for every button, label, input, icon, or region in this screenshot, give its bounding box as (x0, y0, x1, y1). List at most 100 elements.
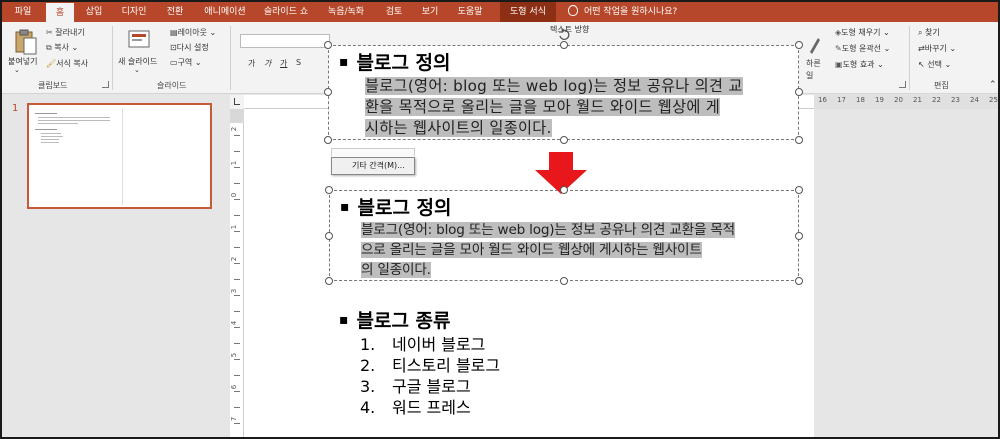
resize-handle[interactable] (560, 186, 568, 194)
list-item: 2. 티스토리 블로그 (360, 356, 501, 375)
tab-transitions[interactable]: 전환 (158, 2, 192, 22)
shape-outline-button[interactable]: ✎도형 윤곽선 ⌄ (835, 43, 890, 54)
before-line: 블로그(영어: blog 또는 web log)는 정보 공유나 의견 교 (365, 77, 743, 95)
more-spacing-menu-item[interactable]: 기타 간격(M)... (331, 157, 415, 175)
collapse-ribbon-icon[interactable]: ⌃ (989, 80, 997, 90)
tab-animations[interactable]: 애니메이션 (196, 2, 254, 22)
tell-me-text: 어떤 작업을 원하시나요? (584, 7, 678, 17)
tell-me-search[interactable]: 어떤 작업을 원하시나요? (568, 2, 677, 22)
resize-handle[interactable] (324, 41, 332, 49)
resize-handle[interactable] (795, 41, 803, 49)
find-button[interactable]: ⌕ 찾기 (918, 27, 940, 38)
textbox-after[interactable]: 블로그 정의 블로그(영어: blog 또는 web log)는 정보 공유나 … (329, 190, 799, 281)
new-slide-dropdown-icon[interactable]: ⌄ (134, 66, 140, 74)
resize-handle[interactable] (560, 136, 568, 144)
shadow-button[interactable]: S (296, 58, 301, 67)
lightbulb-icon (568, 5, 578, 16)
layout-icon: ▤ (170, 28, 178, 37)
tab-home[interactable]: 홈 (46, 3, 74, 22)
resize-handle[interactable] (325, 277, 333, 285)
tab-insert[interactable]: 삽입 (78, 2, 110, 22)
editing-group-label: 편집 (934, 81, 949, 90)
group-divider (909, 26, 910, 90)
copy-dropdown-icon[interactable]: ⌄ (72, 43, 79, 52)
group-divider (230, 26, 231, 90)
cut-button[interactable]: ✂ 잘라내기 (46, 27, 85, 38)
tab-shape-format[interactable]: 도형 서식 (500, 2, 556, 22)
shape-effects-label: 도형 효과 (842, 60, 875, 69)
font-name-combobox[interactable] (240, 34, 330, 48)
resize-handle[interactable] (795, 232, 803, 240)
types-list: 1. 네이버 블로그 2. 티스토리 블로그 3. 구글 블로그 4. 워드 프레스 (360, 331, 501, 417)
textbox-before[interactable]: 블로그 정의 블로그(영어: blog 또는 web log)는 정보 공유나 … (328, 45, 799, 140)
h-ruler-number: 18 (856, 96, 865, 104)
h-ruler-number: 20 (894, 96, 903, 104)
tab-file[interactable]: 파일 (6, 2, 40, 22)
replace-icon: ⇄ (918, 44, 925, 53)
types-heading: 블로그 종류 (339, 306, 451, 333)
resize-handle[interactable] (325, 232, 333, 240)
ribbon-tab-bar: 파일 홈 삽입 디자인 전환 애니메이션 슬라이드 쇼 녹음/녹화 검토 보기 … (2, 2, 998, 22)
resize-handle[interactable] (325, 186, 333, 194)
tab-review[interactable]: 검토 (378, 2, 410, 22)
tab-slideshow[interactable]: 슬라이드 쇼 (258, 2, 314, 22)
before-paragraph: 블로그(영어: blog 또는 web log)는 정보 공유나 의견 교 환을… (365, 76, 743, 139)
format-painter-button[interactable]: 🖌서식 복사 (46, 58, 88, 69)
resize-handle[interactable] (324, 88, 332, 96)
slide-number: 1 (12, 103, 19, 114)
copy-label: 복사 (54, 43, 69, 52)
arrange-partial-label[interactable]: 하른 (806, 58, 821, 69)
resize-handle[interactable] (795, 277, 803, 285)
rotate-handle-icon[interactable] (557, 28, 571, 42)
resize-handle[interactable] (560, 277, 568, 285)
resize-handle[interactable] (795, 136, 803, 144)
new-slide-icon[interactable] (128, 28, 150, 50)
h-ruler-number: 16 (818, 96, 827, 104)
clipboard-launcher-icon[interactable] (102, 81, 109, 88)
resize-handle[interactable] (560, 41, 568, 49)
menu-edge (331, 148, 415, 156)
slides-group-label: 슬라이드 (157, 81, 187, 90)
h-ruler-number: 22 (932, 96, 941, 104)
replace-label: 바꾸기 (924, 44, 947, 53)
list-item: 4. 워드 프레스 (360, 398, 471, 417)
tab-view[interactable]: 보기 (414, 2, 446, 22)
underline-button[interactable]: 가 (280, 58, 287, 69)
paste-icon[interactable] (14, 28, 38, 56)
after-paragraph: 블로그(영어: blog 또는 web log)는 정보 공유나 의견 교환을 … (361, 220, 735, 280)
paste-button[interactable]: 붙여넣기 (8, 56, 37, 67)
magnifier-icon: ⌕ (918, 28, 923, 37)
tab-design[interactable]: 디자인 (114, 2, 154, 22)
before-line: 시하는 웹사이트의 일종이다. (365, 119, 552, 137)
layout-button[interactable]: ▤레이아웃 ⌄ (170, 27, 216, 38)
bold-button[interactable]: 가 (248, 58, 255, 69)
effects-icon: ▣ (835, 60, 843, 69)
h-ruler-number: 24 (970, 96, 979, 104)
drawing-launcher-icon[interactable] (899, 81, 906, 88)
select-button[interactable]: ↖ 선택 ⌄ (918, 59, 951, 70)
h-ruler-number: 21 (913, 96, 922, 104)
before-heading: 블로그 정의 (339, 48, 451, 75)
slide-thumbnail[interactable] (27, 103, 212, 209)
h-ruler-number: 25 (989, 96, 998, 104)
paintbrush-icon: 🖌 (46, 59, 57, 68)
h-ruler-number: 23 (951, 96, 960, 104)
shape-effects-button[interactable]: ▣도형 효과 ⌄ (835, 59, 884, 70)
resize-handle[interactable] (795, 88, 803, 96)
v-ruler-number: 6 (230, 384, 239, 390)
replace-button[interactable]: ⇄바꾸기 ⌄ (918, 43, 956, 54)
paste-dropdown-icon[interactable]: ⌄ (14, 66, 20, 74)
quick-styles-icon[interactable] (808, 36, 822, 56)
section-button[interactable]: ▭구역 ⌄ (170, 57, 202, 68)
resize-handle[interactable] (795, 186, 803, 194)
tab-help[interactable]: 도움말 (450, 2, 490, 22)
v-ruler-number: 1 (230, 160, 239, 166)
tab-selector[interactable] (230, 95, 244, 109)
copy-button[interactable]: ⧉ 복사 ⌄ (46, 42, 78, 53)
shape-fill-button[interactable]: ◈도형 채우기 ⌄ (835, 27, 890, 38)
format-painter-label: 서식 복사 (56, 59, 89, 68)
resize-handle[interactable] (324, 136, 332, 144)
reset-button[interactable]: ⊡다시 설정 (170, 42, 209, 53)
tab-recording[interactable]: 녹음/녹화 (318, 2, 374, 22)
italic-button[interactable]: 가 (264, 58, 271, 69)
